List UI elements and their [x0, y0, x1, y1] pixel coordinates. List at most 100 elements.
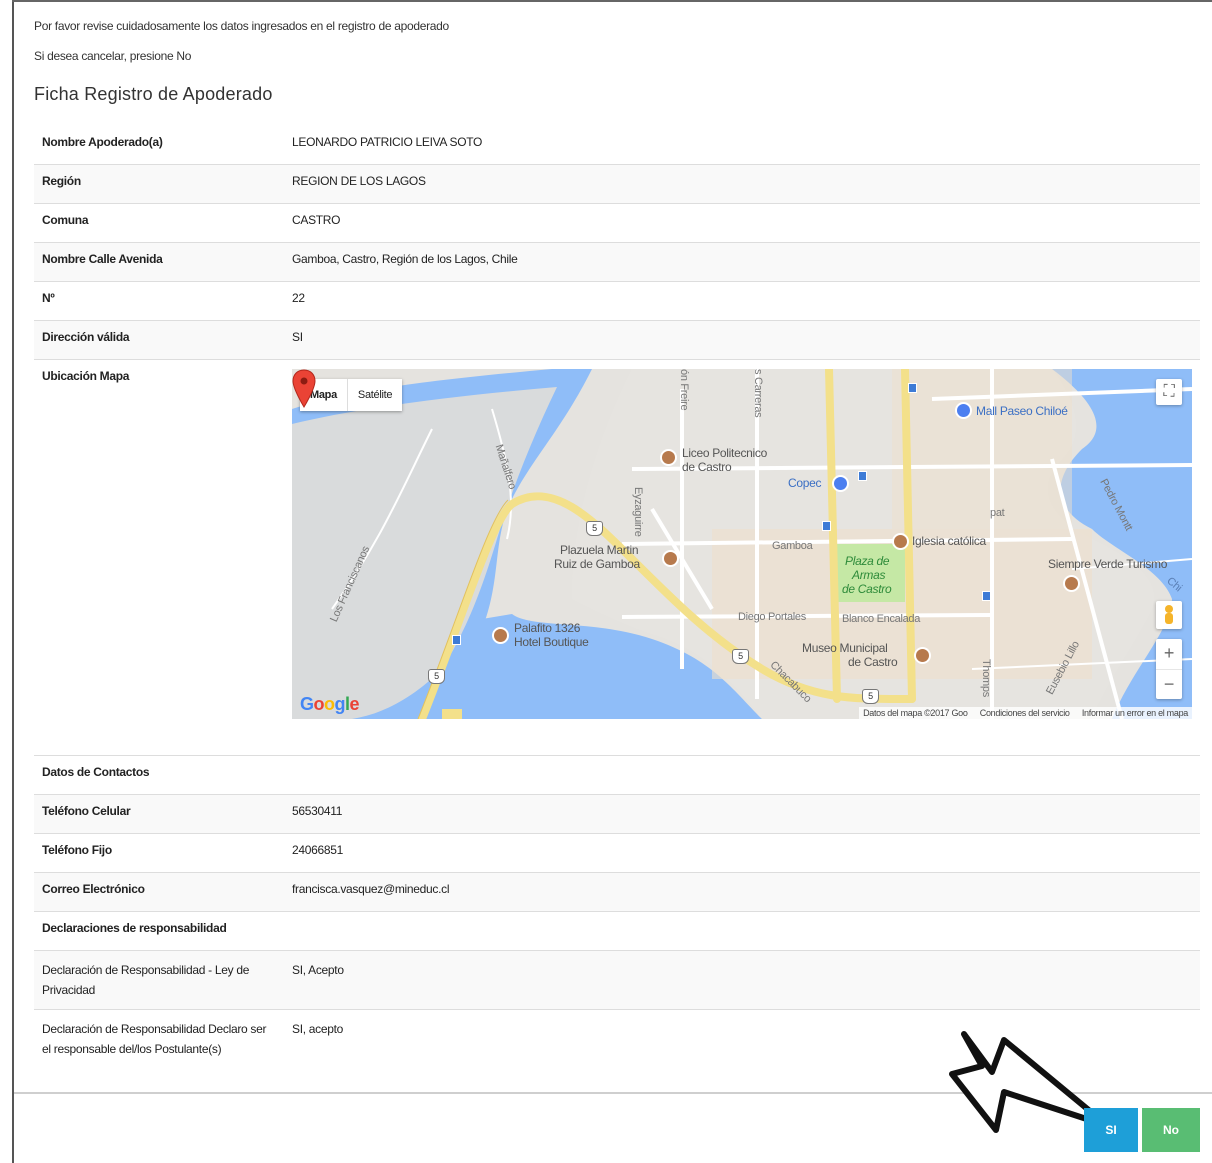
- fullscreen-icon[interactable]: ⛶: [1156, 379, 1182, 405]
- field-value: 56530411: [284, 794, 1200, 834]
- map-street-thompson: Thomps: [980, 659, 992, 697]
- field-value: 22: [284, 281, 1200, 321]
- gas-station-icon: [832, 475, 849, 492]
- route-shield: 5: [586, 521, 603, 536]
- map-label-plazuela-2: Ruiz de Gamboa: [554, 557, 640, 571]
- page-title: Ficha Registro de Apoderado: [34, 84, 273, 104]
- map-label-palafito-2: Hotel Boutique: [514, 635, 589, 649]
- map-label-mall[interactable]: Mall Paseo Chiloé: [976, 405, 1068, 418]
- field-value: REGION DE LOS LAGOS: [284, 164, 1200, 204]
- field-label: Nombre Calle Avenida: [34, 242, 284, 282]
- bus-stop-icon: [908, 383, 917, 393]
- table-row: Comuna CASTRO: [34, 203, 1200, 243]
- table-row: Teléfono Fijo 24066851: [34, 833, 1200, 873]
- table-row-section: Declaraciones de responsabilidad: [34, 911, 1200, 951]
- field-value: CASTRO: [284, 203, 1200, 243]
- field-label: Comuna: [34, 203, 284, 243]
- field-label: Teléfono Fijo: [34, 833, 284, 873]
- zoom-in-button[interactable]: +: [1156, 639, 1182, 669]
- table-row: Dirección válida SI: [34, 320, 1200, 360]
- map-terms-link[interactable]: Condiciones del servicio: [980, 708, 1070, 718]
- map-label-plaza-3: de Castro: [842, 582, 892, 596]
- street-view-pegman-icon[interactable]: [1156, 601, 1182, 629]
- map-street-gamboa: Gamboa: [772, 540, 813, 552]
- cancel-no-button[interactable]: No: [1142, 1108, 1200, 1152]
- travel-agency-icon: [1063, 575, 1080, 592]
- map-label-museo[interactable]: Museo Municipal: [802, 642, 888, 655]
- field-value-map: Mapa Satélite ⛶ + − Mall Paseo Chiloé Li…: [284, 359, 1200, 756]
- map-street-blanco-encalada: Blanco Encalada: [842, 613, 921, 625]
- table-row: Nombre Calle Avenida Gamboa, Castro, Reg…: [34, 242, 1200, 282]
- section-heading: Datos de Contactos: [34, 755, 284, 795]
- google-logo: Google: [300, 694, 360, 714]
- landmark-icon: [662, 550, 679, 567]
- map-label-plazuela[interactable]: Plazuela Martin: [560, 544, 639, 557]
- zoom-control: + −: [1156, 639, 1182, 699]
- map-label-liceo-2: de Castro: [682, 460, 732, 474]
- hotel-icon: [492, 627, 509, 644]
- route-shield: 5: [862, 689, 879, 704]
- bus-stop-icon: [982, 591, 991, 601]
- registration-summary-table: Nombre Apoderado(a) LEONARDO PATRICIO LE…: [34, 126, 1200, 1068]
- field-value: SI, Acepto: [284, 950, 1200, 1010]
- route-shield: 5: [428, 669, 445, 684]
- field-label: Región: [34, 164, 284, 204]
- table-row: Nombre Apoderado(a) LEONARDO PATRICIO LE…: [34, 126, 1200, 165]
- map-label-museo-2: de Castro: [848, 655, 898, 669]
- section-heading: Declaraciones de responsabilidad: [34, 911, 1200, 951]
- map-street-eyzaguirre: Eyzaguirre: [632, 487, 644, 537]
- table-row: Teléfono Celular 56530411: [34, 794, 1200, 834]
- map-data-credit: Datos del mapa ©2017 Goo: [863, 708, 968, 718]
- map-label-plaza-2: Armas: [852, 568, 886, 582]
- field-label: Nº: [34, 281, 284, 321]
- location-map[interactable]: Mapa Satélite ⛶ + − Mall Paseo Chiloé Li…: [292, 369, 1192, 719]
- window-top-border: [12, 0, 1212, 2]
- map-street-freire: ón Freire: [678, 369, 690, 411]
- map-label-liceo[interactable]: Liceo Politecnico: [682, 447, 767, 460]
- shopping-mall-icon: [955, 402, 972, 419]
- zoom-out-button[interactable]: −: [1156, 669, 1182, 700]
- notice-cancel-text: Si desea cancelar, presione No: [34, 49, 192, 63]
- map-label-iglesia[interactable]: Iglesia católica: [912, 535, 986, 548]
- map-report-error-link[interactable]: Informar un error en el mapa: [1082, 708, 1188, 718]
- field-value: LEONARDO PATRICIO LEIVA SOTO: [292, 135, 483, 149]
- table-row: Región REGION DE LOS LAGOS: [34, 164, 1200, 204]
- field-label: Teléfono Celular: [34, 794, 284, 834]
- church-icon: [892, 533, 909, 550]
- map-street-carreras: s Carreras: [752, 369, 764, 418]
- window-left-border: [12, 0, 14, 1163]
- bus-stop-icon: [452, 635, 461, 645]
- map-label-plaza[interactable]: Plaza de: [845, 555, 890, 568]
- map-attribution: Datos del mapa ©2017 Goo Condiciones del…: [859, 707, 1192, 719]
- table-row: Declaración de Responsabilidad - Ley de …: [34, 950, 1200, 1010]
- field-value: francisca.vasquez@mineduc.cl: [284, 872, 1200, 912]
- field-label: Declaración de Responsabilidad - Ley de …: [34, 950, 284, 1010]
- field-label: Declaración de Responsabilidad Declaro s…: [34, 1009, 284, 1068]
- field-value: SI: [284, 320, 1200, 360]
- table-row: Correo Electrónico francisca.vasquez@min…: [34, 872, 1200, 912]
- field-label: Nombre Apoderado(a): [42, 135, 163, 149]
- table-row-map: Ubicación Mapa Mapa Satélite ⛶ + − Mall …: [34, 359, 1200, 756]
- bus-stop-icon: [822, 521, 831, 531]
- map-label-copec[interactable]: Copec: [788, 477, 822, 490]
- map-label-pat: pat: [990, 507, 1005, 519]
- map-street-diego-portales: Diego Portales: [738, 611, 806, 623]
- notice-review-text: Por favor revise cuidadosamente los dato…: [34, 19, 449, 33]
- bus-stop-icon: [858, 471, 867, 481]
- location-pin-icon: [292, 369, 316, 408]
- field-label: Correo Electrónico: [34, 872, 284, 912]
- field-label: Ubicación Mapa: [34, 359, 284, 756]
- confirmation-dialog-content: Por favor revise cuidadosamente los dato…: [34, 16, 1200, 1068]
- table-row: Nº 22: [34, 281, 1200, 321]
- field-value: 24066851: [284, 833, 1200, 873]
- map-label-siempre-verde[interactable]: Siempre Verde Turismo: [1048, 558, 1167, 571]
- map-type-satellite-button[interactable]: Satélite: [348, 379, 402, 411]
- confirm-si-button[interactable]: SI: [1084, 1108, 1138, 1152]
- map-label-palafito[interactable]: Palafito 1326: [514, 622, 580, 635]
- field-value: Gamboa, Castro, Región de los Lagos, Chi…: [284, 242, 1200, 282]
- museum-icon: [914, 647, 931, 664]
- field-label: Dirección válida: [34, 320, 284, 360]
- school-icon: [660, 449, 677, 466]
- table-row-section: Datos de Contactos: [34, 755, 1200, 795]
- route-shield: 5: [732, 649, 749, 664]
